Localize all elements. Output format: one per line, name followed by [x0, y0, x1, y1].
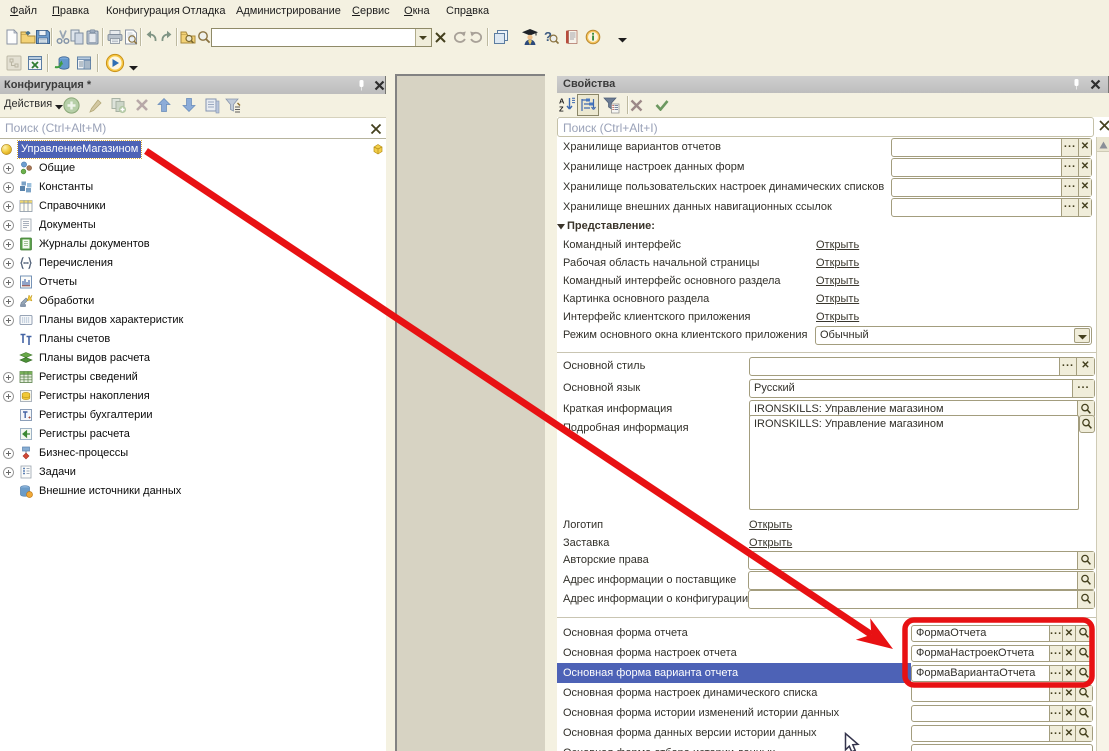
svg-text:Z: Z — [559, 105, 564, 114]
